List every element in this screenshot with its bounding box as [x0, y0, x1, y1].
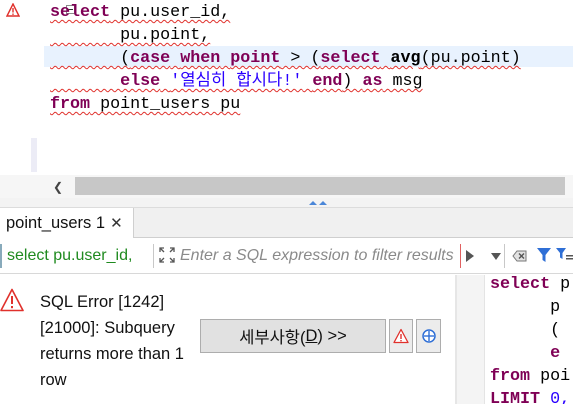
scrollbar-thumb[interactable] [75, 177, 565, 195]
code-token: 0, [540, 390, 571, 404]
divider [504, 244, 505, 268]
code-token: end [312, 72, 343, 91]
preview-code: select p p ( e from poi LIMIT 0, [490, 275, 570, 404]
code-token: poi [530, 367, 571, 386]
expand-icon[interactable] [159, 247, 175, 263]
editor-horizontal-scrollbar[interactable]: ❮ [0, 175, 573, 198]
filter-input[interactable] [180, 244, 462, 268]
code-token: e [550, 344, 561, 363]
code-line[interactable]: from poi [490, 365, 570, 388]
results-tabbar: point_users 1 ✕ [0, 208, 573, 238]
code-lines[interactable]: select pu.user_id, pu.point, (case when … [50, 1, 521, 116]
code-token: > ( [280, 49, 321, 68]
filter-history-icon[interactable] [555, 247, 573, 264]
error-icon [0, 288, 24, 312]
close-icon[interactable]: ✕ [110, 216, 123, 231]
code-token: LIMIT [490, 390, 541, 404]
code-token: p [490, 298, 561, 317]
details-label-mnemonic: D [305, 326, 318, 345]
chevron-down-icon[interactable] [491, 253, 501, 261]
error-log-button[interactable] [389, 319, 413, 353]
code-line[interactable]: e [490, 342, 570, 365]
code-token: pu.point, [50, 26, 211, 45]
sql-editor[interactable]: select pu.user_id, pu.point, (case when … [0, 0, 573, 175]
filter-edge [0, 244, 3, 268]
tab-point-users-1[interactable]: point_users 1 ✕ [0, 208, 134, 238]
eraser-icon[interactable] [512, 248, 528, 264]
details-label-prefix: 세부사항( [239, 329, 306, 347]
details-button[interactable]: 세부사항(D) >> [200, 319, 386, 353]
code-token: select [490, 275, 551, 294]
code-token: p [550, 275, 571, 294]
preview-side-strip [457, 275, 485, 404]
code-token: select [320, 49, 381, 68]
code-token: else [120, 72, 161, 91]
error-message: SQL Error [1242] [21000]: Subquery retur… [40, 293, 184, 389]
code-line[interactable]: select p [490, 275, 570, 296]
code-line[interactable]: else '열심히 합시다!' end) as msg [50, 70, 521, 93]
line-change-marker [31, 138, 37, 172]
code-token: point [230, 49, 281, 68]
query-preview: select p p ( e from poi LIMIT 0, [486, 275, 573, 404]
query-text-label[interactable]: select pu.user_id, [7, 247, 132, 265]
panel-splitter[interactable] [0, 198, 573, 208]
warning-icon[interactable] [6, 3, 20, 17]
input-edge [460, 244, 461, 268]
code-line[interactable]: (case when point > (select avg(pu.point) [50, 47, 521, 70]
error-panel: SQL Error [1242] [21000]: Subquery retur… [0, 275, 455, 404]
code-token: (pu.point) [420, 49, 521, 68]
code-line[interactable]: ( [490, 319, 570, 342]
filter-bar: select pu.user_id, [0, 238, 573, 274]
chevron-left-icon[interactable]: ❮ [50, 179, 66, 195]
code-token: pu.user_id, [110, 3, 231, 22]
code-token: when [180, 49, 221, 68]
code-token: msg [382, 72, 423, 91]
warning-icon [393, 328, 409, 344]
code-token: select [50, 3, 111, 22]
code-line[interactable]: pu.point, [50, 24, 521, 47]
code-token: ( [50, 49, 131, 68]
code-line[interactable]: select pu.user_id, [50, 1, 521, 24]
code-token: as [362, 72, 383, 91]
code-token: point_users pu [90, 95, 241, 114]
code-token: from [490, 367, 531, 386]
tab-label: point_users 1 [6, 213, 106, 232]
sash-grip-icon[interactable] [308, 200, 328, 206]
code-token: case [130, 49, 171, 68]
code-token: '열심히 합시다!' [170, 72, 303, 91]
code-token: avg [390, 49, 421, 68]
code-token: from [50, 95, 91, 114]
code-token: ) [342, 72, 363, 91]
annotation-ruler [0, 0, 30, 175]
crosshair-icon [421, 329, 436, 343]
code-token: ( [490, 321, 561, 340]
apply-filter-icon[interactable] [465, 249, 475, 263]
locate-error-button[interactable] [416, 319, 441, 353]
code-line[interactable]: p [490, 296, 570, 319]
divider [153, 244, 154, 268]
details-label-suffix: ) >> [317, 326, 347, 345]
code-line[interactable]: from point_users pu [50, 93, 521, 116]
filter-funnel-icon[interactable] [536, 247, 552, 264]
code-line[interactable]: LIMIT 0, [490, 388, 570, 404]
